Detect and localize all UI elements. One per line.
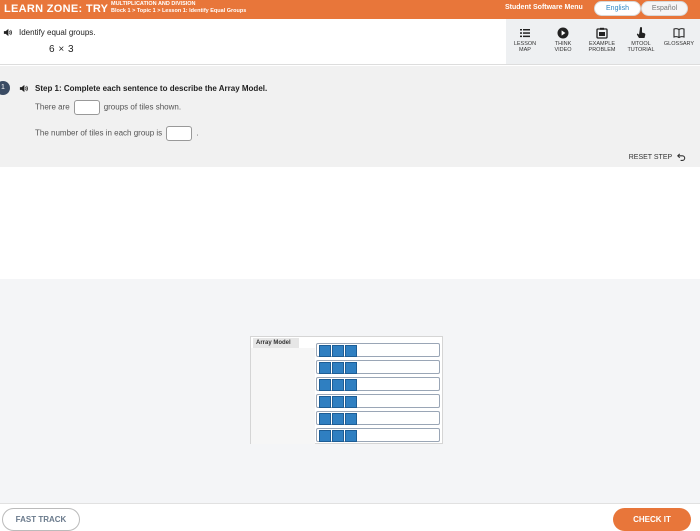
student-software-menu[interactable]: Student Software Menu — [505, 4, 583, 11]
question-prompt: Identify equal groups. — [19, 28, 96, 37]
array-tile — [319, 345, 331, 357]
array-group-row — [316, 343, 440, 357]
tool-label: TUTORIAL — [627, 47, 655, 53]
array-tile — [319, 362, 331, 374]
brand-title: LEARN ZONE: TRY — [4, 3, 109, 15]
tiles-per-group-answer-input[interactable] — [166, 126, 193, 141]
pointer-icon — [636, 27, 646, 38]
array-tile — [345, 396, 357, 408]
array-tile — [345, 430, 357, 442]
array-tile — [319, 396, 331, 408]
board-icon — [596, 27, 608, 39]
step-title: Step 1: Complete each sentence to descri… — [35, 84, 268, 93]
question-bar: Identify equal groups. 6 × 3 LESSON MAP … — [0, 19, 700, 65]
array-tile — [332, 396, 344, 408]
array-model-label: Array Model — [253, 338, 299, 348]
step-panel: 1 Step 1: Complete each sentence to desc… — [0, 66, 700, 167]
check-it-button[interactable]: CHECK IT — [613, 508, 691, 531]
sentence-text: . — [196, 128, 199, 138]
think-video-button[interactable]: THINK VIDEO — [544, 27, 582, 53]
sentence-groups: There are groups of tiles shown. — [35, 100, 181, 115]
tool-label: PROBLEM — [588, 47, 616, 53]
module-title: MULTIPLICATION AND DIVISION — [111, 1, 196, 7]
tool-label: GLOSSARY — [663, 41, 695, 47]
array-group-row — [316, 377, 440, 391]
tool-label: VIDEO — [554, 47, 572, 53]
list-icon — [520, 29, 530, 38]
sentence-text: The number of tiles in each group is — [35, 128, 163, 138]
step-number-badge: 1 — [0, 81, 10, 95]
array-tile — [332, 345, 344, 357]
array-tile — [319, 379, 331, 391]
lesson-map-button[interactable]: LESSON MAP — [506, 27, 544, 53]
play-icon — [557, 27, 569, 39]
reset-step-button[interactable]: RESET STEP — [629, 153, 686, 161]
sentence-text: groups of tiles shown. — [103, 102, 182, 112]
sentence-text: There are — [35, 102, 70, 112]
language-english-button[interactable]: English — [594, 1, 641, 16]
question-expression: 6 × 3 — [49, 44, 75, 55]
blank-panel — [0, 167, 700, 279]
array-tile — [332, 362, 344, 374]
language-espanol-button[interactable]: Español — [641, 1, 688, 16]
tool-panel: LESSON MAP THINK VIDEO EXAMPLE PROBLEM M… — [506, 19, 700, 64]
example-problem-button[interactable]: EXAMPLE PROBLEM — [583, 27, 621, 53]
footer-bar: FAST TRACK CHECK IT — [0, 503, 700, 531]
array-tile — [332, 413, 344, 425]
array-tile — [319, 413, 331, 425]
sentence-tiles-per-group: The number of tiles in each group is. — [35, 126, 198, 141]
breadcrumb: MULTIPLICATION AND DIVISION Block 1 > To… — [111, 1, 246, 15]
book-icon — [673, 28, 685, 39]
tool-label: MAP — [519, 47, 531, 53]
array-group-row — [316, 394, 440, 408]
reset-step-label: RESET STEP — [628, 153, 673, 161]
array-tile — [345, 362, 357, 374]
fast-track-button[interactable]: FAST TRACK — [2, 508, 80, 531]
groups-answer-input[interactable] — [73, 100, 100, 115]
array-tile — [332, 430, 344, 442]
array-tile — [332, 379, 344, 391]
array-group-row — [316, 360, 440, 374]
speaker-icon[interactable] — [19, 84, 28, 93]
glossary-button[interactable]: GLOSSARY — [660, 27, 698, 47]
speaker-icon[interactable] — [3, 28, 12, 37]
array-tile — [319, 430, 331, 442]
array-model-sidebar — [251, 348, 315, 444]
array-tile — [345, 345, 357, 357]
lesson-breadcrumb: Block 1 > Topic 1 > Lesson 1: Identify E… — [111, 8, 247, 14]
mtool-tutorial-button[interactable]: MTOOL TUTORIAL — [622, 27, 660, 53]
array-group-row — [316, 411, 440, 425]
array-tile — [345, 413, 357, 425]
array-group-row — [316, 428, 440, 442]
undo-icon — [677, 153, 686, 161]
top-bar: LEARN ZONE: TRY MULTIPLICATION AND DIVIS… — [0, 0, 700, 19]
array-model: Array Model — [250, 336, 443, 444]
array-tile — [345, 379, 357, 391]
